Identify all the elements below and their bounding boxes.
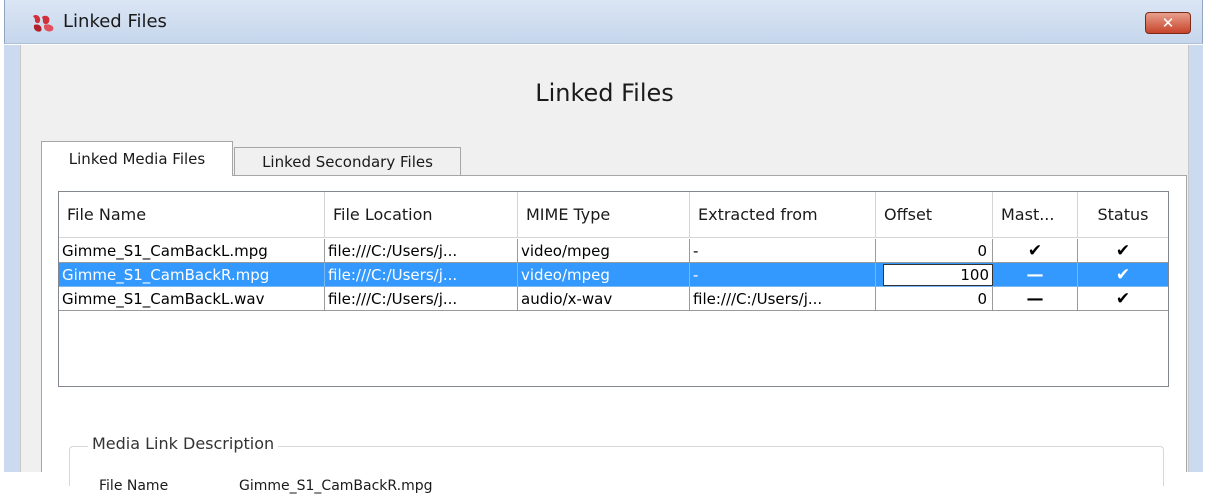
status-checkmark-icon: ✔	[1078, 239, 1168, 263]
cell-mime-type: video/mpeg	[518, 263, 690, 287]
window-title: Linked Files	[63, 11, 167, 32]
file-name-value: Gimme_S1_CamBackR.mpg	[239, 478, 433, 494]
cell-file-location: file:///C:/Users/j...	[325, 287, 518, 311]
column-header-offset[interactable]: Offset	[876, 192, 993, 238]
file-name-label: File Name	[99, 478, 169, 494]
column-header-file-name[interactable]: File Name	[59, 192, 325, 238]
master-dash-icon[interactable]: —	[993, 287, 1078, 311]
master-dash-icon[interactable]: —	[993, 263, 1078, 287]
cell-mime-type: video/mpeg	[518, 239, 690, 263]
offset-edit-field[interactable]: 100	[883, 264, 993, 286]
cell-extracted-from: -	[690, 239, 876, 263]
dialog-heading: Linked Files	[535, 79, 674, 107]
dialog-body: Linked Files Linked Media Files Linked S…	[20, 45, 1189, 494]
linked-files-table[interactable]: File Name File Location MIME Type Extrac…	[58, 191, 1169, 387]
media-link-description-legend: Media Link Description	[88, 434, 279, 453]
linked-files-window: Linked Files ✕ Linked Files Linked Media…	[4, 0, 1203, 494]
table-row[interactable]: Gimme_S1_CamBackL.wav file:///C:/Users/j…	[59, 287, 1168, 311]
table-row[interactable]: Gimme_S1_CamBackL.mpg file:///C:/Users/j…	[59, 239, 1168, 263]
master-checkmark-icon[interactable]: ✔	[993, 239, 1078, 263]
cell-file-location: file:///C:/Users/j...	[325, 239, 518, 263]
column-header-extracted-from[interactable]: Extracted from	[690, 192, 876, 238]
cell-extracted-from: -	[690, 263, 876, 287]
column-header-file-location[interactable]: File Location	[325, 192, 518, 238]
status-checkmark-icon: ✔	[1078, 287, 1168, 311]
cell-mime-type: audio/x-wav	[518, 287, 690, 311]
cell-offset[interactable]: 0	[876, 239, 993, 263]
status-checkmark-icon: ✔	[1078, 263, 1168, 287]
elan-app-icon	[33, 14, 54, 32]
cell-file-location: file:///C:/Users/j...	[325, 263, 518, 287]
column-header-status[interactable]: Status	[1078, 192, 1168, 238]
cell-file-name: Gimme_S1_CamBackL.mpg	[59, 239, 325, 263]
close-button[interactable]: ✕	[1145, 12, 1191, 34]
cell-file-name: Gimme_S1_CamBackL.wav	[59, 287, 325, 311]
cell-extracted-from: file:///C:/Users/j...	[690, 287, 876, 311]
window-frame-right	[1189, 45, 1203, 472]
cell-offset[interactable]: 0	[876, 287, 993, 311]
table-row-selected[interactable]: Gimme_S1_CamBackR.mpg file:///C:/Users/j…	[59, 263, 1168, 287]
tab-linked-media-files[interactable]: Linked Media Files	[41, 141, 233, 176]
column-header-master[interactable]: Mast...	[993, 192, 1078, 238]
tab-linked-secondary-files[interactable]: Linked Secondary Files	[234, 147, 461, 176]
window-frame-left	[4, 45, 20, 472]
tab-panel-media-files: File Name File Location MIME Type Extrac…	[41, 175, 1187, 494]
close-icon: ✕	[1161, 14, 1175, 32]
column-header-mime-type[interactable]: MIME Type	[518, 192, 690, 238]
cell-file-name: Gimme_S1_CamBackR.mpg	[59, 263, 325, 287]
title-bar[interactable]: Linked Files ✕	[4, 0, 1203, 44]
